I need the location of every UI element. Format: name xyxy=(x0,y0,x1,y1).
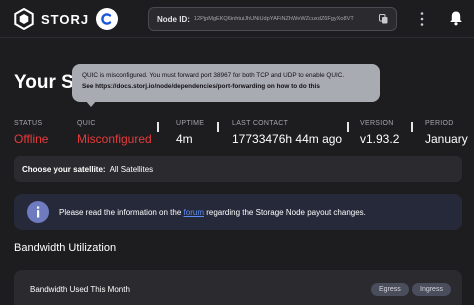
stat-label: QUIC xyxy=(77,120,96,127)
bandwidth-section-title: Bandwidth Utilization xyxy=(14,242,117,254)
stat-value: v1.93.2 xyxy=(360,132,400,146)
satellite-label: Choose your satellite: xyxy=(22,164,106,174)
divider xyxy=(347,122,349,132)
stat-label: PERIOD xyxy=(425,120,454,127)
stat-value: Misconfigured xyxy=(77,132,152,146)
stat-value: 17733476h 44m ago xyxy=(232,132,343,146)
egress-toggle[interactable]: Egress xyxy=(371,283,409,296)
more-vertical-icon[interactable] xyxy=(419,11,425,27)
stat-value: 4m xyxy=(176,132,193,146)
stat-version: VERSION v1.93.2 xyxy=(360,120,399,146)
storj-logo-icon xyxy=(14,8,34,30)
tooltip-message: QUIC is misconfigured. You must forward … xyxy=(82,72,345,79)
stat-uptime: UPTIME 4m xyxy=(176,120,204,146)
brand-name: STORJ xyxy=(41,11,90,27)
theme-toggle-button[interactable] xyxy=(96,8,118,30)
notice-prefix: Please read the information on the xyxy=(59,207,182,217)
stat-quic[interactable]: QUIC Misconfigured xyxy=(77,120,152,146)
stat-label: LAST CONTACT xyxy=(232,120,289,127)
logo[interactable]: STORJ xyxy=(13,8,89,30)
satellite-value: All Satellites xyxy=(109,164,154,174)
stat-value: Offline xyxy=(14,132,49,146)
divider xyxy=(157,122,159,132)
tooltip-caret xyxy=(85,100,97,107)
node-id-field[interactable]: Node ID: 12PjpMgEKQ6inhtuiJhUNiUdpYAFiNZ… xyxy=(148,7,397,31)
stat-period: PERIOD January xyxy=(425,120,468,146)
divider xyxy=(411,122,413,132)
stat-last-contact: LAST CONTACT 17733476h 44m ago xyxy=(232,120,342,146)
divider xyxy=(217,122,219,132)
copy-icon[interactable] xyxy=(379,14,388,24)
stat-label: STATUS xyxy=(14,120,43,127)
info-icon xyxy=(27,201,49,223)
theme-toggle-icon xyxy=(101,13,112,25)
bell-icon[interactable] xyxy=(449,10,463,26)
payout-notice: Please read the information on the forum… xyxy=(14,194,462,230)
quic-warning-tooltip: QUIC is misconfigured. You must forward … xyxy=(72,64,380,102)
ingress-toggle[interactable]: Ingress xyxy=(412,283,451,296)
stat-value: January xyxy=(425,132,468,146)
bandwidth-card-title: Bandwidth Used This Month xyxy=(30,285,130,294)
bandwidth-card: Bandwidth Used This Month Egress Ingress xyxy=(14,270,462,305)
page-title: Your St xyxy=(14,72,81,93)
notice-suffix: regarding the Storage Node payout change… xyxy=(206,207,366,217)
tooltip-docs-link[interactable]: See https://docs.storj.io/node/dependenc… xyxy=(82,83,370,92)
stat-label: UPTIME xyxy=(176,120,205,127)
forum-link[interactable]: forum xyxy=(184,208,204,217)
stat-status: STATUS Offline xyxy=(14,120,48,146)
node-id-label: Node ID: xyxy=(157,14,190,24)
node-id-value: 12PjpMgEKQ6inhtuiJhUNiUdpYAFiNZhWeWZcuxd… xyxy=(193,16,354,22)
satellite-selector[interactable]: Choose your satellite: All Satellites xyxy=(14,156,462,182)
notice-text: Please read the information on the forum… xyxy=(59,208,366,217)
top-bar: STORJ Node ID: 12PjpMgEKQ6inhtuiJhUNiUdp… xyxy=(0,0,474,38)
stat-label: VERSION xyxy=(360,120,394,127)
